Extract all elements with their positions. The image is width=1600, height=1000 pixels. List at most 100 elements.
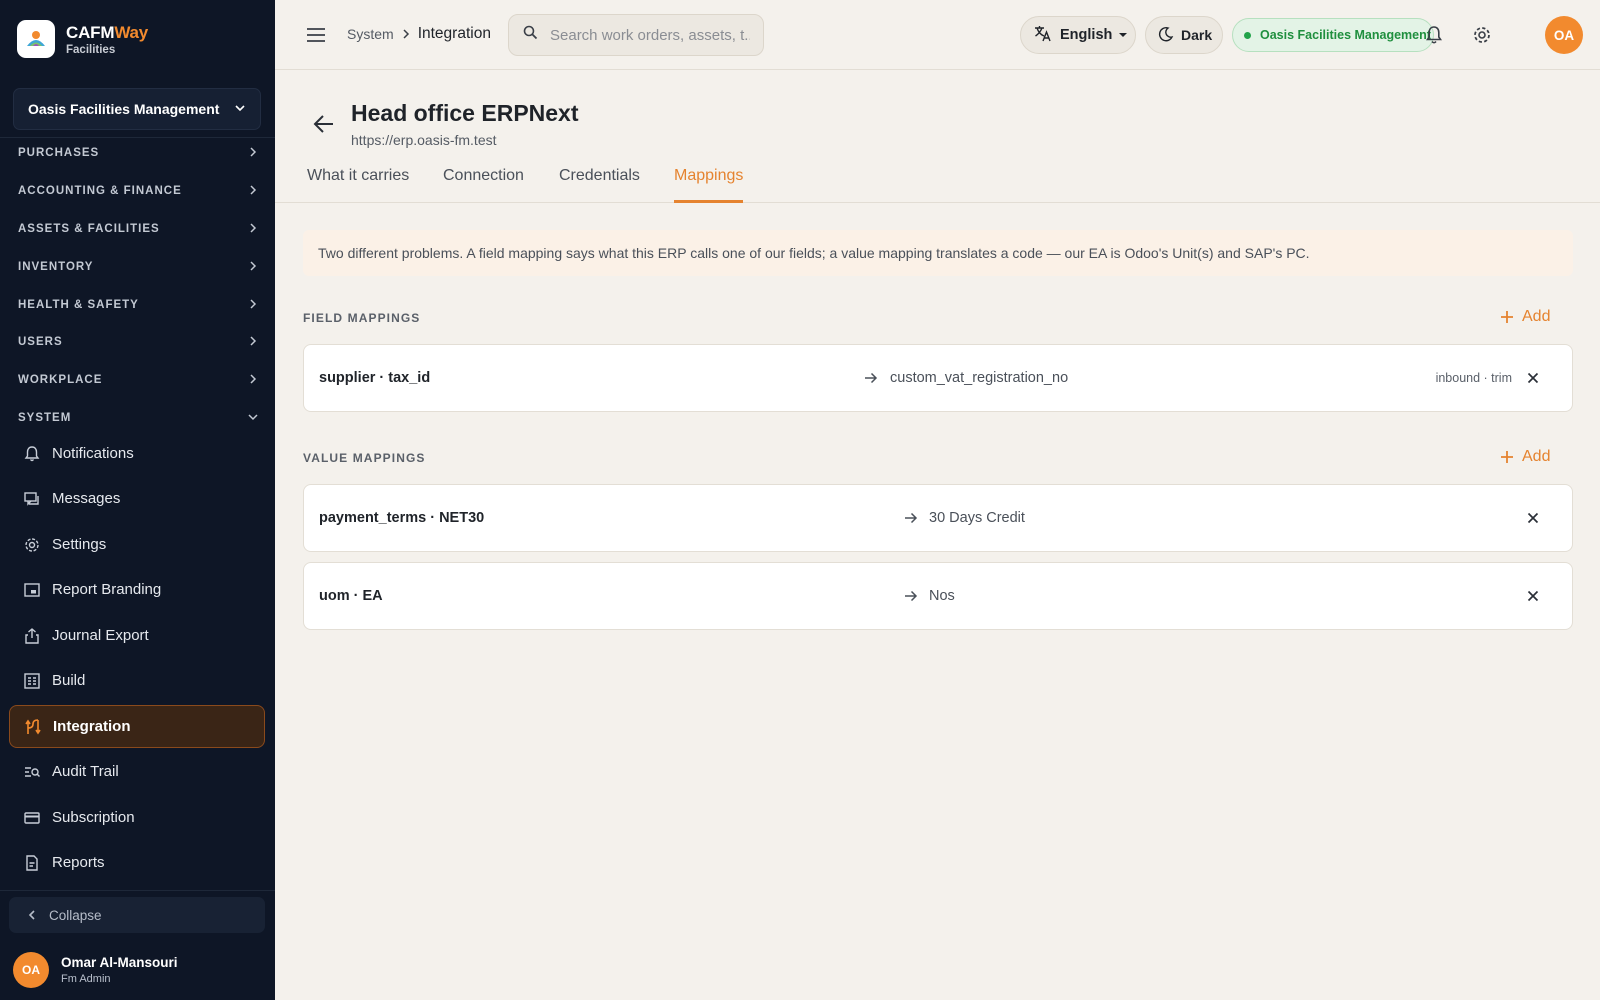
divider (0, 890, 275, 891)
breadcrumb-integration: Integration (417, 25, 491, 42)
export-icon (22, 626, 42, 646)
nav-section-accounting[interactable]: ACCOUNTING & FINANCE (18, 179, 258, 203)
tab-bar: What it carries Connection Credentials M… (275, 152, 1600, 203)
divider (0, 137, 275, 138)
chevron-right-icon (248, 373, 258, 387)
language-label: English (1060, 27, 1113, 43)
arrow-right-icon (864, 345, 878, 411)
chat-icon (22, 489, 42, 509)
build-icon (22, 671, 42, 691)
theme-toggle[interactable]: Dark (1145, 16, 1223, 54)
chevron-right-icon (248, 222, 258, 236)
nav-section-health-safety[interactable]: HEALTH & SAFETY (18, 293, 258, 317)
info-banner: Two different problems. A field mapping … (303, 230, 1573, 276)
mapping-meta: inbound · trim (1435, 371, 1512, 385)
close-icon[interactable] (1522, 585, 1544, 607)
brand-name: CAFMWay (66, 22, 149, 42)
chevron-right-icon (248, 146, 258, 160)
integration-icon (23, 717, 43, 737)
topbar: System Integration English Dark Oasis Fa… (275, 0, 1600, 70)
chevron-down-icon (248, 412, 258, 425)
mapping-value: Nos (929, 588, 955, 604)
field-mappings-title: FIELD MAPPINGS (303, 311, 421, 325)
add-value-mapping-button[interactable]: Add (1500, 448, 1550, 466)
nav-section-purchases[interactable]: PURCHASES (18, 141, 258, 165)
avatar[interactable]: OA (1545, 16, 1583, 54)
back-arrow-icon[interactable] (310, 110, 338, 138)
brand[interactable]: CAFMWay Facilities (17, 20, 148, 58)
mapping-value: custom_vat_registration_no (890, 370, 1069, 386)
chevron-right-icon (402, 29, 410, 39)
close-icon[interactable] (1522, 367, 1544, 389)
search-icon (523, 25, 538, 45)
sidebar-item-reports[interactable]: Reports (9, 841, 265, 884)
caret-down-icon (1118, 32, 1128, 38)
nav-section-inventory[interactable]: INVENTORY (18, 255, 258, 279)
card-icon (22, 808, 42, 828)
nav-section-workplace[interactable]: WORKPLACE (18, 368, 258, 392)
menu-icon[interactable] (304, 23, 328, 47)
avatar: OA (13, 952, 49, 988)
value-mapping-row: payment_terms · NET30 30 Days Credit (303, 484, 1573, 552)
nav-section-assets[interactable]: ASSETS & FACILITIES (18, 217, 258, 241)
plus-icon (1500, 310, 1514, 324)
arrow-right-icon (904, 563, 918, 629)
chevron-right-icon (248, 260, 258, 274)
plus-icon (1500, 450, 1514, 464)
tab-credentials[interactable]: Credentials (559, 152, 640, 203)
bell-icon (22, 444, 42, 464)
branding-icon (22, 580, 42, 600)
moon-icon (1158, 26, 1174, 45)
sidebar-item-messages[interactable]: Messages (9, 477, 265, 520)
translate-icon (1034, 24, 1052, 46)
nav-section-users[interactable]: USERS (18, 330, 258, 354)
breadcrumb: System Integration (347, 25, 491, 43)
arrow-right-icon (904, 485, 918, 551)
value-mappings-title: VALUE MAPPINGS (303, 451, 426, 465)
nav-section-system[interactable]: SYSTEM (18, 406, 258, 430)
tab-mappings[interactable]: Mappings (674, 152, 744, 203)
sidebar-item-settings[interactable]: Settings (9, 523, 265, 566)
language-selector[interactable]: English (1020, 16, 1136, 54)
chevron-right-icon (248, 184, 258, 198)
mapping-key: payment_terms · NET30 (319, 510, 485, 526)
user-role: Fm Admin (61, 973, 111, 985)
chevron-right-icon (248, 298, 258, 312)
chevron-left-icon (27, 910, 37, 920)
mapping-key: supplier · tax_id (319, 370, 431, 386)
breadcrumb-system[interactable]: System (347, 26, 394, 42)
sidebar-item-notifications[interactable]: Notifications (9, 432, 265, 475)
gear-icon[interactable] (1470, 23, 1494, 47)
chevron-down-icon (234, 101, 246, 117)
status-dot (1244, 31, 1251, 39)
field-mapping-row: supplier · tax_id custom_vat_registratio… (303, 344, 1573, 412)
gear-icon (22, 535, 42, 555)
search-box[interactable] (508, 14, 764, 56)
sidebar-item-journal-export[interactable]: Journal Export (9, 614, 265, 657)
add-field-mapping-button[interactable]: Add (1500, 308, 1550, 326)
bell-icon[interactable] (1422, 23, 1446, 47)
report-icon (22, 853, 42, 873)
value-mapping-row: uom · EA Nos (303, 562, 1573, 630)
page-title: Head office ERPNext (351, 100, 579, 126)
search-input[interactable] (550, 26, 750, 44)
org-selector-label: Oasis Facilities Management (28, 101, 220, 117)
mapping-value: 30 Days Credit (929, 510, 1025, 526)
sidebar-item-report-branding[interactable]: Report Branding (9, 568, 265, 611)
tab-connection[interactable]: Connection (443, 152, 524, 203)
org-status-badge[interactable]: Oasis Facilities Management (1232, 18, 1434, 52)
sidebar-item-integration[interactable]: Integration (9, 705, 265, 748)
tab-what-it-carries[interactable]: What it carries (307, 152, 409, 203)
user-profile[interactable]: OA Omar Al-Mansouri Fm Admin (13, 952, 178, 988)
brand-subtitle: Facilities (66, 43, 116, 56)
user-name: Omar Al-Mansouri (61, 955, 178, 970)
sidebar-item-audit-trail[interactable]: Audit Trail (9, 750, 265, 793)
sidebar: CAFMWay Facilities Oasis Facilities Mana… (0, 0, 275, 1000)
audit-icon (22, 762, 42, 782)
org-selector[interactable]: Oasis Facilities Management (13, 88, 261, 130)
sidebar-item-subscription[interactable]: Subscription (9, 796, 265, 839)
sidebar-item-build[interactable]: Build (9, 659, 265, 702)
close-icon[interactable] (1522, 507, 1544, 529)
collapse-sidebar-button[interactable]: Collapse (9, 897, 265, 933)
mapping-key: uom · EA (319, 588, 383, 604)
